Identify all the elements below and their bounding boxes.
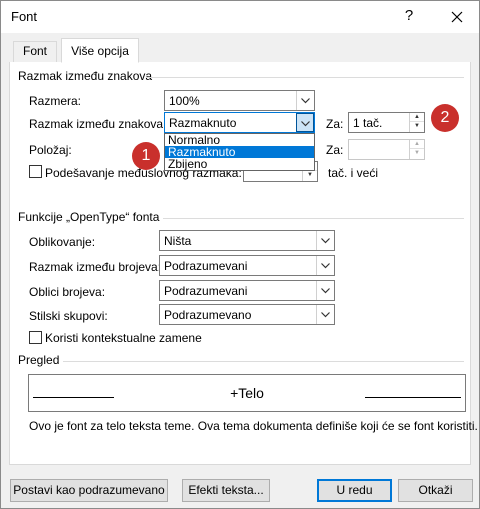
number-forms-value: Podrazumevani (164, 284, 248, 298)
chevron-down-icon (321, 263, 330, 269)
spacing-section-title: Razmak između znakova (18, 69, 153, 83)
tab-font-label: Font (22, 44, 47, 58)
chevron-down-icon (321, 312, 330, 318)
kerning-checkbox[interactable] (29, 165, 42, 178)
preview-section-title: Pregled (18, 353, 60, 367)
scale-combo[interactable]: 100% (164, 90, 315, 111)
help-button[interactable]: ? (389, 1, 429, 33)
spacing-combo[interactable]: Razmaknuto (164, 112, 315, 133)
kerning-suffix: tač. i veći (328, 166, 379, 180)
spin-up-button[interactable]: ▲ (410, 113, 424, 122)
close-icon (451, 11, 463, 23)
spacing-by-spinner[interactable]: 1 tač. ▲ ▼ (348, 112, 425, 133)
ligatures-dropdown-arrow[interactable] (316, 231, 334, 250)
ligatures-label: Oblikovanje: (29, 235, 96, 249)
spin-up-button[interactable]: ▲ (410, 140, 424, 149)
spacing-by-label: Za: (326, 117, 344, 131)
number-forms-dropdown-arrow[interactable] (316, 281, 334, 300)
tab-advanced[interactable]: Više opcija (61, 38, 139, 63)
preview-description: Ovo je font za telo teksta teme. Ova tem… (29, 419, 478, 433)
window-title: Font (11, 9, 38, 24)
spinner-buttons: ▲ ▼ (409, 140, 424, 159)
section-divider (63, 361, 464, 362)
text-effects-button[interactable]: Efekti teksta... (182, 479, 270, 502)
position-by-label: Za: (326, 143, 344, 157)
title-bar: Font ? (1, 1, 479, 33)
section-divider (146, 77, 464, 78)
ligatures-value: Ništa (164, 234, 192, 248)
spacing-label: Razmak između znakova: (29, 117, 167, 131)
number-forms-label: Oblici brojeva: (29, 285, 106, 299)
number-spacing-value: Podrazumevani (164, 259, 248, 273)
chevron-down-icon (301, 98, 310, 104)
spacing-dropdown-arrow[interactable] (296, 113, 314, 132)
spin-down-button[interactable]: ▼ (303, 171, 317, 180)
chevron-down-icon (321, 288, 330, 294)
scale-dropdown-arrow[interactable] (296, 91, 314, 110)
preview-baseline-right (365, 397, 461, 398)
scale-label: Razmera: (29, 94, 82, 108)
close-button[interactable] (437, 1, 477, 33)
stylistic-sets-dropdown-arrow[interactable] (316, 305, 334, 324)
chevron-down-icon (301, 121, 310, 127)
stylistic-sets-value: Podrazumevano (164, 308, 252, 322)
number-spacing-label: Razmak između brojeva: (29, 260, 162, 274)
stylistic-sets-label: Stilski skupovi: (29, 309, 108, 323)
ok-button[interactable]: U redu (317, 479, 392, 502)
set-default-button[interactable]: Postavi kao podrazumevano (10, 479, 168, 502)
preview-sample: +Telo (230, 385, 264, 401)
tab-advanced-label: Više opcija (71, 44, 129, 58)
number-forms-combo[interactable]: Podrazumevani (159, 280, 335, 301)
spin-down-button[interactable]: ▼ (410, 149, 424, 158)
number-spacing-dropdown-arrow[interactable] (316, 256, 334, 275)
dropdown-option[interactable]: Zbijeno (165, 158, 314, 170)
callout-badge-2: 2 (431, 104, 459, 132)
tab-font[interactable]: Font (13, 41, 57, 62)
opentype-section-title: Funkcije „OpenType“ fonta (18, 210, 160, 224)
contextual-checkbox[interactable] (29, 331, 42, 344)
number-spacing-combo[interactable]: Podrazumevani (159, 255, 335, 276)
cancel-button[interactable]: Otkaži (398, 479, 473, 502)
scale-value: 100% (169, 94, 200, 108)
ligatures-combo[interactable]: Ništa (159, 230, 335, 251)
spinner-buttons: ▲ ▼ (409, 113, 424, 132)
chevron-down-icon (321, 238, 330, 244)
stylistic-sets-combo[interactable]: Podrazumevano (159, 304, 335, 325)
contextual-label: Koristi kontekstualne zamene (45, 331, 202, 345)
callout-badge-1: 1 (132, 142, 160, 170)
position-by-spinner[interactable]: ▲ ▼ (348, 139, 425, 160)
section-divider (163, 218, 464, 219)
position-label: Položaj: (29, 143, 72, 157)
spacing-by-value: 1 tač. (353, 116, 383, 130)
font-dialog: Font ? Font Više opcija Razmak između zn… (0, 0, 480, 509)
spacing-value: Razmaknuto (169, 116, 237, 130)
spacing-dropdown-list: Normalno Razmaknuto Zbijeno (164, 133, 315, 171)
preview-box: +Telo (28, 374, 466, 412)
spin-down-button[interactable]: ▼ (410, 122, 424, 131)
